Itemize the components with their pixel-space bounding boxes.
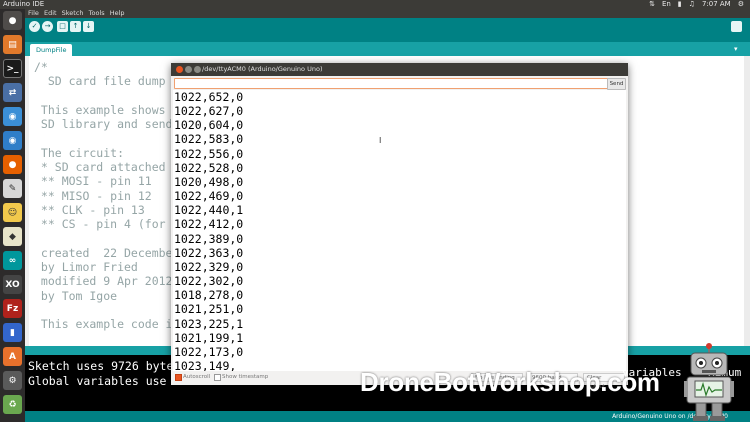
xod-icon[interactable]: XO <box>3 275 22 294</box>
search-icon[interactable]: ● <box>3 11 22 30</box>
drive-icon[interactable]: ▮ <box>3 323 22 342</box>
save-sketch-button[interactable]: ↓ <box>83 21 94 32</box>
system-tray: ⇅ En ▮ ♫ 7:07 AM ⚙ <box>649 0 744 9</box>
serial-output-text: 1022,652,0 1022,627,0 1020,604,0 1022,58… <box>174 90 244 371</box>
tab-dumpfile[interactable]: DumpFile <box>30 44 73 56</box>
network-icon[interactable]: ⇅ <box>649 0 655 9</box>
files-icon[interactable]: ▤ <box>3 35 22 54</box>
tab-menu-icon[interactable]: ▾ <box>734 45 742 53</box>
status-bar: Arduino/Genuino Uno on /dev/ttyACM0 <box>25 411 750 422</box>
new-sketch-button[interactable]: □ <box>57 21 68 32</box>
code-text: /* SD card file dump This example shows … <box>34 60 180 346</box>
settings-icon[interactable]: ⚙ <box>3 371 22 390</box>
robot-mascot-icon <box>684 343 734 421</box>
serial-monitor-title: /dev/ttyACM0 (Arduino/Genuino Uno) <box>202 65 323 73</box>
menu-file[interactable]: File <box>28 9 39 17</box>
os-window-title: Arduino IDE <box>3 0 45 8</box>
mouse-cursor-icon: I <box>379 136 382 145</box>
gimp-icon[interactable]: ☺ <box>3 203 22 222</box>
verify-button[interactable]: ✓ <box>29 21 40 32</box>
timestamp-label: Show timestamp <box>222 374 269 380</box>
upload-button[interactable]: → <box>42 21 53 32</box>
launcher: ● ▤ >_ ⇄ ◉ ◉ ● ✎ ☺ ◆ ∞ XO Fz ▮ A ⚙ ♻ <box>0 9 25 422</box>
os-top-bar: Arduino IDE ⇅ En ▮ ♫ 7:07 AM ⚙ <box>0 0 750 9</box>
terminal-icon[interactable]: >_ <box>3 59 22 78</box>
tab-bar: DumpFile ▾ <box>25 42 750 56</box>
menu-tools[interactable]: Tools <box>89 9 105 17</box>
toolbar: ✓ → □ ↑ ↓ <box>25 18 750 42</box>
menu-edit[interactable]: Edit <box>44 9 57 17</box>
serial-monitor-titlebar[interactable]: /dev/ttyACM0 (Arduino/Genuino Uno) <box>171 63 628 76</box>
open-sketch-button[interactable]: ↑ <box>70 21 81 32</box>
filezilla-icon[interactable]: Fz <box>3 299 22 318</box>
maximize-icon[interactable] <box>194 66 201 73</box>
editor-gutter <box>25 56 29 346</box>
firefox-icon[interactable]: ● <box>3 155 22 174</box>
text-editor-icon[interactable]: ✎ <box>3 179 22 198</box>
battery-icon[interactable]: ▮ <box>678 0 682 9</box>
gear-icon[interactable]: ⚙ <box>738 0 744 9</box>
arduino-icon[interactable]: ∞ <box>3 251 22 270</box>
network-manager-icon[interactable]: ⇄ <box>3 83 22 102</box>
serial-monitor-button[interactable] <box>731 21 742 32</box>
fritzing-icon[interactable]: ◆ <box>3 227 22 246</box>
timestamp-checkbox[interactable] <box>214 374 221 381</box>
chromium-icon[interactable]: ◉ <box>3 131 22 150</box>
close-icon[interactable] <box>176 66 183 73</box>
keyboard-icon[interactable]: En <box>662 0 671 9</box>
watermark: DroneBotWorkshop.com <box>360 367 660 397</box>
autoscroll-checkbox[interactable] <box>175 374 182 381</box>
serial-input-row: Send <box>171 76 628 90</box>
serial-input[interactable] <box>174 78 610 89</box>
menu-help[interactable]: Help <box>110 9 125 17</box>
send-button[interactable]: Send <box>607 78 626 90</box>
menu-bar: File Edit Sketch Tools Help <box>25 9 750 18</box>
chrome-icon[interactable]: ◉ <box>3 107 22 126</box>
editor-scrollbar[interactable] <box>744 56 750 346</box>
menu-sketch[interactable]: Sketch <box>62 9 84 17</box>
software-center-icon[interactable]: A <box>3 347 22 366</box>
serial-output[interactable]: 1022,652,0 1022,627,0 1020,604,0 1022,58… <box>173 90 626 371</box>
minimize-icon[interactable] <box>185 66 192 73</box>
autoscroll-label: Autoscroll <box>183 374 211 380</box>
trash-icon[interactable]: ♻ <box>3 395 22 414</box>
console-text: Sketch uses 9726 byte Global variables u… <box>28 359 174 388</box>
clock[interactable]: 7:07 AM <box>702 0 731 9</box>
serial-monitor-window: /dev/ttyACM0 (Arduino/Genuino Uno) Send … <box>171 63 628 390</box>
volume-icon[interactable]: ♫ <box>689 0 695 9</box>
